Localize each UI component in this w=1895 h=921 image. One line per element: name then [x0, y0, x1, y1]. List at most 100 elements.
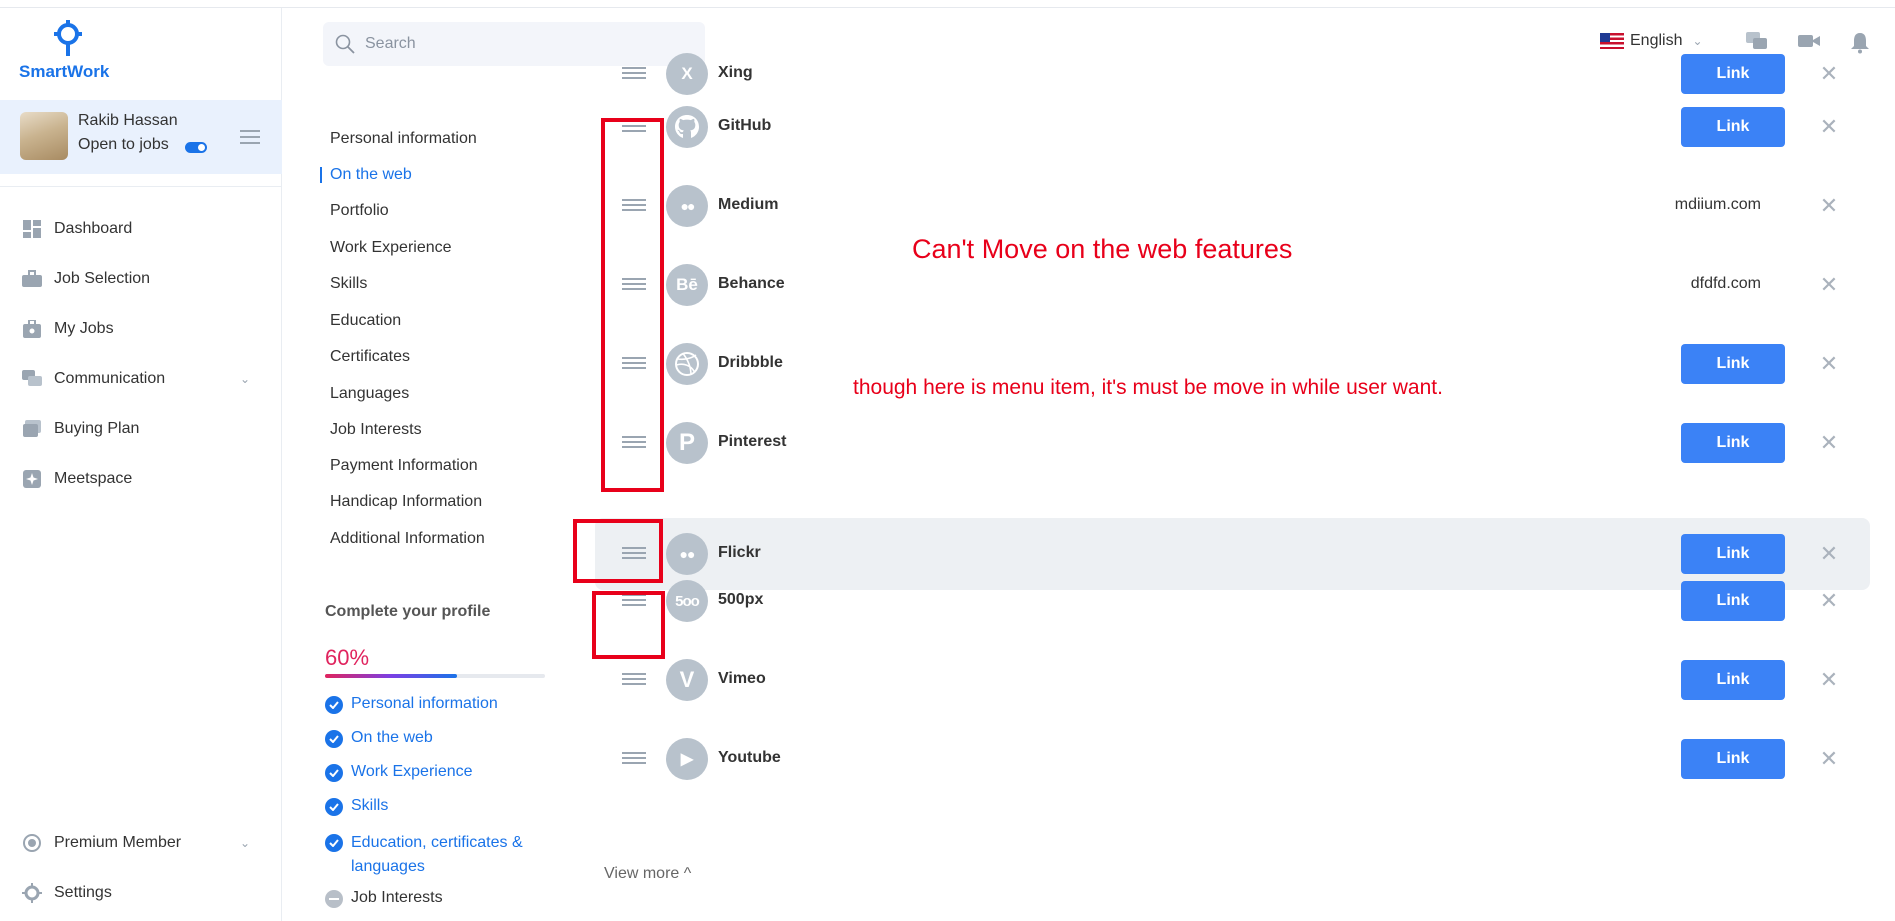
web-link-name: 500px: [718, 591, 764, 608]
annotation-note-cant-move: Can't Move on the web features: [912, 234, 1293, 264]
gear-icon: [22, 883, 42, 903]
link-button[interactable]: Link: [1681, 581, 1785, 621]
sidebar-item-label: Meetspace: [54, 470, 133, 487]
close-icon[interactable]: ✕: [1815, 271, 1843, 299]
link-button[interactable]: Link: [1681, 54, 1785, 94]
sidebar-item-my-jobs[interactable]: My Jobs: [22, 314, 262, 344]
check-icon: [325, 764, 343, 782]
dashboard-icon: [22, 219, 42, 239]
vimeo-icon: V: [666, 659, 708, 701]
checklist-item[interactable]: On the web: [325, 729, 555, 748]
minus-circle-icon: [325, 890, 343, 908]
youtube-icon: ▶: [666, 738, 708, 780]
profile-completion-percent: 60%: [325, 645, 370, 670]
link-button[interactable]: Link: [1681, 739, 1785, 779]
link-button[interactable]: Link: [1681, 423, 1785, 463]
avatar[interactable]: [20, 112, 68, 160]
sidebar-item-premium[interactable]: Premium Member ⌄: [22, 828, 262, 858]
checklist-label: Job Interests: [351, 889, 443, 906]
profile-completion-card: Complete your profile 60% Personal infor…: [310, 585, 560, 921]
web-link-name: GitHub: [718, 117, 772, 134]
sidebar-item-label: Premium Member: [54, 834, 182, 851]
menu-item-work-experience[interactable]: Work Experience: [330, 239, 452, 257]
menu-toggle-icon[interactable]: [240, 130, 260, 144]
drag-handle-icon[interactable]: [622, 752, 646, 766]
close-icon[interactable]: ✕: [1815, 429, 1843, 457]
web-link-name: Pinterest: [718, 433, 787, 450]
link-button[interactable]: Link: [1681, 660, 1785, 700]
sidebar-item-label: Buying Plan: [54, 420, 140, 437]
menu-item-additional-information[interactable]: Additional Information: [330, 530, 485, 548]
sidebar-item-label: Communication: [54, 370, 166, 387]
menu-item-on-the-web[interactable]: On the web: [320, 166, 412, 184]
checklist-item[interactable]: Personal information: [325, 695, 555, 714]
menu-item-payment-information[interactable]: Payment Information: [330, 457, 478, 475]
menu-item-languages[interactable]: Languages: [330, 385, 409, 403]
profile-completion-title: Complete your profile: [325, 603, 491, 620]
chevron-down-icon[interactable]: ⌄: [240, 372, 250, 386]
pinterest-icon: P: [666, 422, 708, 464]
close-icon[interactable]: ✕: [1815, 113, 1843, 141]
close-icon[interactable]: ✕: [1815, 540, 1843, 568]
menu-item-education[interactable]: Education: [330, 312, 401, 330]
close-icon[interactable]: ✕: [1815, 60, 1843, 88]
check-icon: [325, 834, 343, 852]
web-link-name: Flickr: [718, 544, 761, 561]
check-icon: [325, 696, 343, 714]
checklist-item[interactable]: Job Interests: [325, 889, 555, 908]
web-link-url[interactable]: mdiium.com: [1675, 196, 1761, 214]
sidebar-item-buying-plan[interactable]: Buying Plan: [22, 414, 262, 444]
profile-section-menu: Personal information On the web Portfoli…: [310, 112, 560, 570]
close-icon[interactable]: ✕: [1815, 192, 1843, 220]
checklist-label: Work Experience: [351, 763, 473, 780]
view-more-link[interactable]: View more ^: [604, 865, 691, 883]
sidebar-item-communication[interactable]: Communication ⌄: [22, 364, 262, 394]
sidebar-item-settings[interactable]: Settings: [22, 878, 262, 908]
sidebar-divider: [0, 186, 282, 187]
menu-item-job-interests[interactable]: Job Interests: [330, 421, 422, 439]
web-link-row-vimeo: V Vimeo Link ✕: [575, 644, 1880, 716]
web-link-row-github: GitHub Link ✕: [575, 91, 1880, 163]
checklist-label: Personal information: [351, 695, 498, 712]
check-icon: [325, 730, 343, 748]
web-link-name: Xing: [718, 64, 753, 81]
checklist-item[interactable]: Work Experience: [325, 763, 555, 782]
premium-icon: [22, 833, 42, 853]
menu-item-skills[interactable]: Skills: [330, 275, 367, 293]
close-icon[interactable]: ✕: [1815, 350, 1843, 378]
link-button[interactable]: Link: [1681, 107, 1785, 147]
sidebar-item-label: Job Selection: [54, 270, 151, 287]
logo-text: SmartWork: [19, 62, 110, 81]
sidebar-item-meetspace[interactable]: Meetspace: [22, 464, 262, 494]
sidebar-item-dashboard[interactable]: Dashboard: [22, 214, 262, 244]
checklist-item[interactable]: Skills: [325, 797, 555, 816]
web-link-row-youtube: ▶ Youtube Link ✕: [575, 723, 1880, 795]
open-to-jobs-toggle[interactable]: [185, 142, 207, 153]
chat-icon: [22, 369, 42, 389]
checklist-item[interactable]: Education, certificates & languages: [325, 831, 555, 879]
menu-item-personal-information[interactable]: Personal information: [330, 130, 477, 148]
user-card[interactable]: Rakib Hassan Open to jobs: [0, 100, 282, 174]
logo[interactable]: SmartWork: [18, 16, 118, 86]
xing-icon: X: [666, 53, 708, 95]
checklist-label: Skills: [351, 797, 389, 814]
menu-item-certificates[interactable]: Certificates: [330, 348, 410, 366]
drag-handle-icon[interactable]: [622, 673, 646, 687]
web-link-row-500px: 5oo 500px Link ✕: [575, 565, 1880, 637]
link-button[interactable]: Link: [1681, 344, 1785, 384]
menu-item-portfolio[interactable]: Portfolio: [330, 202, 389, 220]
profile-progress-bar: [325, 674, 545, 678]
web-link-row-medium: ●● Medium mdiium.com ✕: [575, 170, 1880, 242]
chevron-down-icon[interactable]: ⌄: [240, 836, 250, 850]
close-icon[interactable]: ✕: [1815, 666, 1843, 694]
web-link-url[interactable]: dfdfd.com: [1691, 275, 1761, 293]
annotation-box-500px-handle: [592, 591, 665, 659]
medium-icon: ●●: [666, 185, 708, 227]
menu-item-handicap-information[interactable]: Handicap Information: [330, 493, 482, 511]
sidebar-item-label: Settings: [54, 884, 112, 901]
sidebar-item-job-selection[interactable]: Job Selection: [22, 264, 262, 294]
close-icon[interactable]: ✕: [1815, 587, 1843, 615]
drag-handle-icon[interactable]: [622, 67, 646, 81]
close-icon[interactable]: ✕: [1815, 745, 1843, 773]
my-jobs-icon: [22, 319, 42, 339]
